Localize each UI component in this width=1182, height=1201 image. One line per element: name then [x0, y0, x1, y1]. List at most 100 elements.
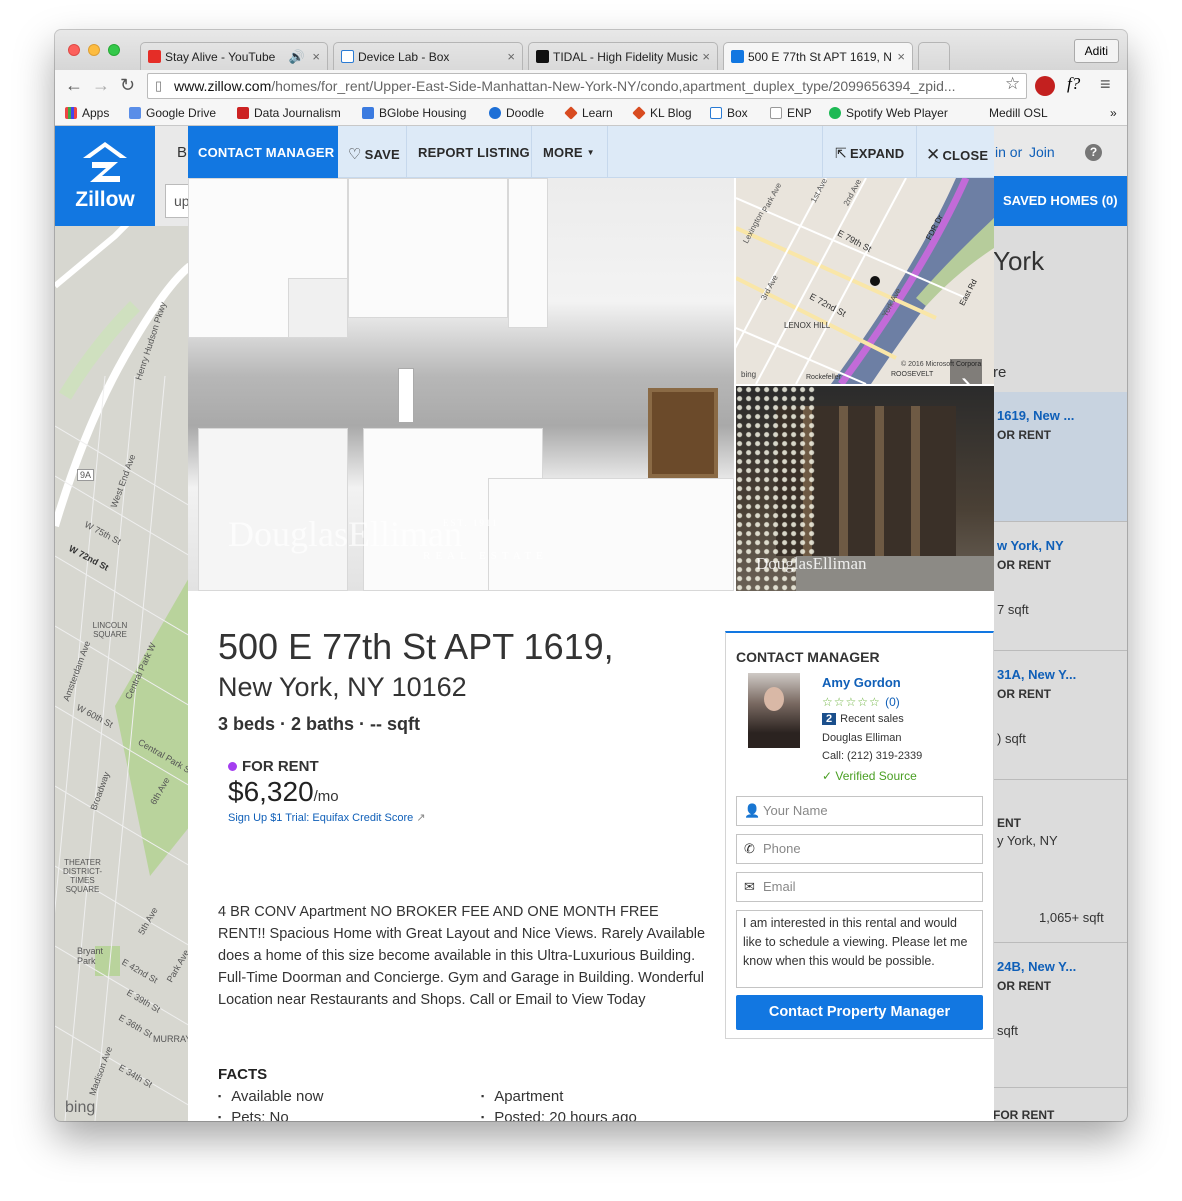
- bookmark-enp[interactable]: ENP: [770, 106, 812, 120]
- kitchen-photo[interactable]: DouglasElliman REAL ESTATE EST. 1911: [188, 178, 734, 591]
- new-tab-button[interactable]: [918, 42, 950, 70]
- tab-tidal[interactable]: TIDAL - High Fidelity Music ×: [528, 42, 718, 70]
- listing-card[interactable]: 1619, New ... OR RENT: [993, 392, 1127, 522]
- box-icon: [710, 107, 722, 119]
- stove: [198, 428, 348, 591]
- adblock-icon[interactable]: [1035, 76, 1055, 96]
- status-label: FOR RENT: [242, 758, 319, 775]
- listing-card[interactable]: w York, NY OR RENT 7 sqft: [993, 522, 1127, 651]
- zoom-window-button[interactable]: [108, 44, 120, 56]
- agent-name[interactable]: Amy Gordon: [822, 675, 901, 690]
- bookmark-box[interactable]: Box: [710, 106, 748, 120]
- email-field[interactable]: ✉ Email: [736, 872, 983, 902]
- fact-item: Pets: No: [218, 1107, 324, 1121]
- bookmark-kl-blog[interactable]: KL Blog: [632, 106, 692, 120]
- cabinet: [348, 178, 508, 318]
- beds-baths: 3 beds · 2 baths · -- sqft: [218, 714, 421, 734]
- bookmark-doodle[interactable]: Doodle: [489, 106, 544, 120]
- more-label: MORE: [543, 145, 583, 160]
- tab-bar: Stay Alive - YouTube 🔊 × Device Lab - Bo…: [55, 30, 1127, 70]
- saved-homes-button[interactable]: SAVED HOMES (0): [993, 176, 1127, 226]
- expand-icon: ⇱: [835, 145, 847, 161]
- bookmark-spotify[interactable]: Spotify Web Player: [829, 106, 948, 120]
- more-button[interactable]: MORE ▼: [543, 126, 595, 178]
- back-icon[interactable]: ←: [65, 75, 83, 96]
- island-cabinets: [488, 478, 734, 591]
- map-panel[interactable]: Henry Hudson Pkwy West End Ave W 75th St…: [55, 226, 190, 1121]
- results-heading-sub: re: [993, 364, 1007, 381]
- map-label: LINCOLN SQUARE: [92, 621, 128, 639]
- face: [764, 687, 784, 711]
- bookmark-learn[interactable]: Learn: [564, 106, 613, 120]
- zillow-logo[interactable]: Zillow: [55, 126, 155, 226]
- name-field[interactable]: 👤 Your Name: [736, 796, 983, 826]
- tidal-icon: [536, 50, 549, 63]
- expand-button[interactable]: ⇱ EXPAND: [835, 126, 904, 178]
- rating[interactable]: ☆☆☆☆☆ (0): [822, 695, 900, 709]
- listing-card[interactable]: 24B, New Y... OR RENT sqft: [993, 943, 1127, 1088]
- close-tab-icon[interactable]: ×: [312, 49, 320, 64]
- help-icon[interactable]: ?: [1085, 144, 1102, 161]
- close-tab-icon[interactable]: ×: [702, 49, 710, 64]
- url-bar[interactable]: ▯ www.zillow.com/homes/for_rent/Upper-Ea…: [147, 73, 1027, 99]
- next-photo-button[interactable]: ›: [950, 359, 982, 384]
- bookmarks-bar: Apps Google Drive Data Journalism BGlobe…: [55, 102, 1127, 126]
- location-map[interactable]: E 79th St E 72nd St LENOX HILL 3rd Ave 2…: [736, 178, 994, 384]
- listing-title: 24B, New Y...: [997, 959, 1077, 974]
- bookmark-google-drive[interactable]: Google Drive: [129, 106, 216, 120]
- close-tab-icon[interactable]: ×: [897, 49, 905, 64]
- signin-link[interactable]: in or: [995, 144, 1022, 160]
- building-photo[interactable]: DouglasElliman: [736, 386, 994, 591]
- bookmark-label: Spotify Web Player: [846, 106, 948, 120]
- report-listing-button[interactable]: REPORT LISTING: [418, 126, 530, 178]
- tab-youtube[interactable]: Stay Alive - YouTube 🔊 ×: [140, 42, 328, 70]
- tab-box[interactable]: Device Lab - Box ×: [333, 42, 523, 70]
- listing-status: OR RENT: [997, 979, 1051, 993]
- tab-zillow[interactable]: 500 E 77th St APT 1619, N ×: [723, 42, 913, 70]
- minimize-window-button[interactable]: [88, 44, 100, 56]
- bookmark-star-icon[interactable]: ☆: [1005, 74, 1020, 94]
- brokerage: Douglas Elliman: [822, 732, 902, 744]
- join-link[interactable]: Join: [1029, 144, 1055, 160]
- divider: [406, 126, 407, 178]
- map-label: THEATER DISTRICT-TIMES SQUARE: [62, 858, 103, 894]
- menu-icon[interactable]: ≡: [1100, 74, 1111, 95]
- phone-icon: ✆: [744, 841, 755, 856]
- phone-field[interactable]: ✆ Phone: [736, 834, 983, 864]
- profile-button[interactable]: Aditi: [1073, 39, 1119, 63]
- bookmark-label: ENP: [787, 106, 812, 120]
- contact-manager-button[interactable]: CONTACT MANAGER: [188, 126, 338, 178]
- message-field[interactable]: I am interested in this rental and would…: [736, 910, 983, 988]
- save-button[interactable]: ♡ SAVE: [348, 126, 400, 178]
- zillow-icon: [731, 50, 744, 63]
- recent-sales: 2 Recent sales: [822, 713, 904, 725]
- close-label: CLOSE: [942, 148, 989, 163]
- close-button[interactable]: ✕ CLOSE: [926, 126, 988, 178]
- listing-card[interactable]: 31A, New Y... OR RENT ) sqft: [993, 651, 1127, 780]
- close-window-button[interactable]: [68, 44, 80, 56]
- close-tab-icon[interactable]: ×: [507, 49, 515, 64]
- bookmark-bglobe-housing[interactable]: BGlobe Housing: [362, 106, 466, 120]
- price-value: $6,320: [228, 776, 314, 807]
- listing-card[interactable]: FOR RENT: [993, 1088, 1127, 1121]
- watermark: DouglasElliman: [228, 513, 462, 555]
- reload-icon[interactable]: ↻: [120, 75, 135, 96]
- watermark-sub: REAL ESTATE: [423, 550, 548, 562]
- equifax-link[interactable]: Sign Up $1 Trial: Equifax Credit Score ↗: [228, 811, 426, 824]
- divider: [607, 126, 608, 178]
- bookmark-label: KL Blog: [650, 106, 692, 120]
- bookmark-apps[interactable]: Apps: [65, 106, 109, 120]
- header-nav-partial[interactable]: B: [177, 144, 187, 161]
- agent-phone: Call: (212) 319-2339: [822, 750, 923, 762]
- contact-property-manager-button[interactable]: Contact Property Manager: [736, 995, 983, 1030]
- forward-icon[interactable]: →: [92, 75, 110, 96]
- bookmarks-overflow[interactable]: »: [1110, 106, 1117, 120]
- bookmark-medill-osl[interactable]: Medill OSL: [989, 106, 1048, 120]
- watermark-text: DouglasElliman: [228, 514, 462, 554]
- bookmark-label: Apps: [82, 106, 110, 120]
- bookmark-data-journalism[interactable]: Data Journalism: [237, 106, 341, 120]
- listing-card[interactable]: ENT y York, NY 1,065+ sqft: [993, 780, 1127, 943]
- price: $6,320/mo: [228, 776, 339, 808]
- verified-badge: ✓ Verified Source: [822, 769, 917, 783]
- formula-extension-icon[interactable]: f?: [1067, 74, 1080, 94]
